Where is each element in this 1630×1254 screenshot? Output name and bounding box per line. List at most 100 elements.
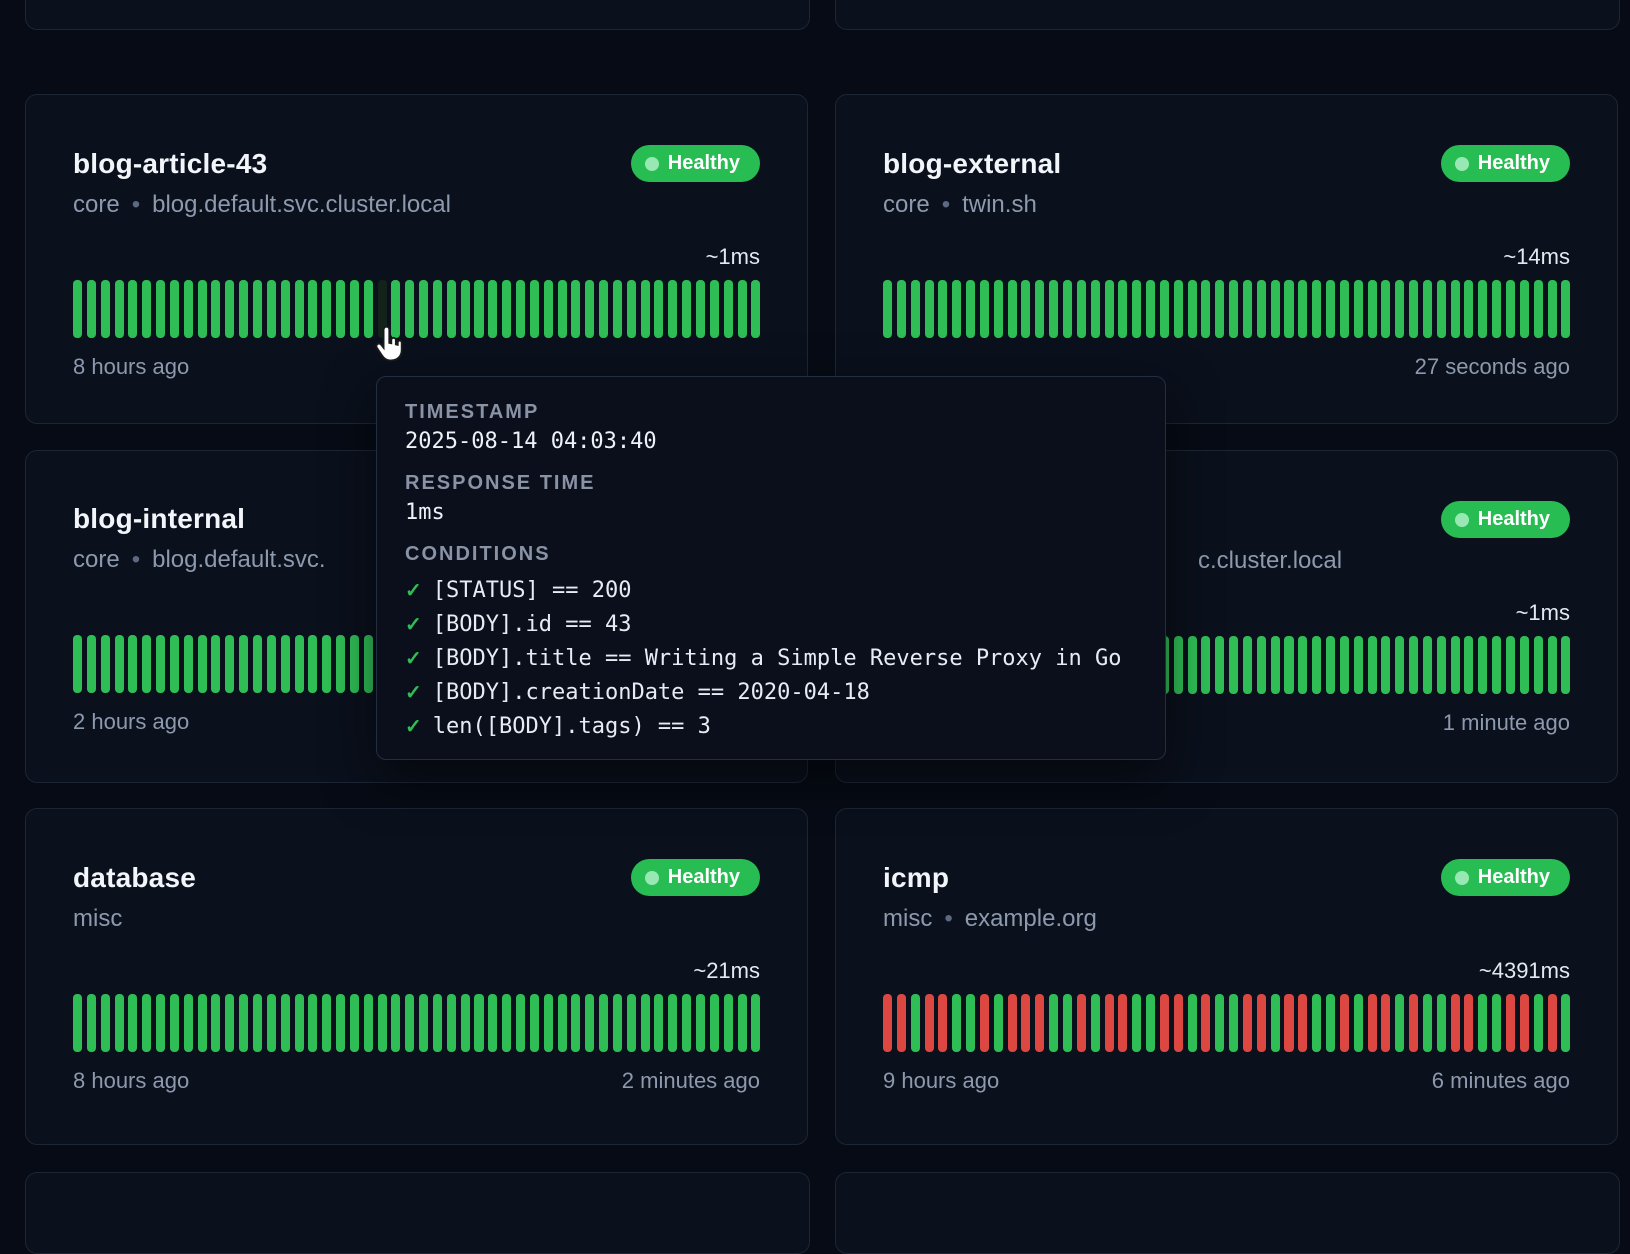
history-bar[interactable] [128,280,137,338]
history-bar[interactable] [267,635,276,693]
history-bar[interactable] [1326,636,1335,694]
history-bar[interactable] [668,280,677,338]
history-bar[interactable] [115,280,124,338]
history-bar[interactable] [1478,994,1487,1052]
history-bar[interactable] [239,280,248,338]
history-bar[interactable] [1464,280,1473,338]
history-bar[interactable] [1271,994,1280,1052]
history-bar[interactable] [571,280,580,338]
history-bar[interactable] [1395,636,1404,694]
history-bar[interactable] [378,994,387,1052]
history-bar[interactable] [1105,280,1114,338]
history-bar[interactable] [544,994,553,1052]
history-bar[interactable] [952,280,961,338]
history-bar[interactable] [1534,280,1543,338]
history-bar[interactable] [1492,636,1501,694]
history-bar[interactable] [1229,280,1238,338]
history-bar[interactable] [1395,280,1404,338]
history-bar[interactable] [1132,280,1141,338]
history-bar[interactable] [336,635,345,693]
history-bar[interactable] [1257,994,1266,1052]
history-bar[interactable] [447,994,456,1052]
history-bar[interactable] [1215,994,1224,1052]
history-bar[interactable] [1174,280,1183,338]
history-bar[interactable] [474,994,483,1052]
history-bar[interactable] [1008,280,1017,338]
history-bar[interactable] [1049,994,1058,1052]
history-bar[interactable] [1478,636,1487,694]
history-bar[interactable] [1146,994,1155,1052]
history-bar[interactable] [461,994,470,1052]
history-bar[interactable] [751,994,760,1052]
history-bar[interactable] [1174,636,1183,694]
history-bar[interactable] [308,635,317,693]
history-bar[interactable] [585,280,594,338]
history-bar[interactable] [1492,280,1501,338]
history-bar[interactable] [654,280,663,338]
history-bar[interactable] [911,280,920,338]
history-bar[interactable] [198,994,207,1052]
history-bar[interactable] [142,635,151,693]
history-bar[interactable] [1464,994,1473,1052]
history-bar[interactable] [897,280,906,338]
history-bar[interactable] [322,635,331,693]
history-bar[interactable] [1298,280,1307,338]
history-bar[interactable] [966,994,975,1052]
history-bar[interactable] [101,994,110,1052]
history-bar[interactable] [897,994,906,1052]
history-bar[interactable] [1368,636,1377,694]
history-bar[interactable] [530,280,539,338]
history-bar[interactable] [364,635,373,693]
history-bar[interactable] [308,280,317,338]
history-bar[interactable] [1091,994,1100,1052]
history-bar[interactable] [211,994,220,1052]
history-bar[interactable] [724,994,733,1052]
history-bar[interactable] [1132,994,1141,1052]
history-bar[interactable] [966,280,975,338]
history-bar[interactable] [502,280,511,338]
card-database[interactable]: database Healthy misc ~21ms 8 hours ago … [25,808,808,1145]
history-bar[interactable] [516,280,525,338]
history-bar[interactable] [295,994,304,1052]
history-bar[interactable] [87,635,96,693]
history-bar[interactable] [101,635,110,693]
history-bar[interactable] [1548,994,1557,1052]
history-bar[interactable] [1423,280,1432,338]
history-bar[interactable] [350,994,359,1052]
history-bar[interactable] [1423,636,1432,694]
history-bar[interactable] [738,994,747,1052]
history-bar[interactable] [1201,280,1210,338]
history-bar[interactable] [925,280,934,338]
history-bar[interactable] [558,994,567,1052]
history-bar[interactable] [1298,994,1307,1052]
history-bar[interactable] [1105,994,1114,1052]
history-bar[interactable] [156,994,165,1052]
history-bar[interactable] [641,994,650,1052]
history-bar[interactable] [115,994,124,1052]
history-bar[interactable] [225,635,234,693]
history-bar[interactable] [1257,636,1266,694]
history-bar[interactable] [198,280,207,338]
history-bar[interactable] [1284,994,1293,1052]
history-bar[interactable] [461,280,470,338]
history-bar[interactable] [488,280,497,338]
history-bar[interactable] [1188,994,1197,1052]
history-bar[interactable] [599,994,608,1052]
history-bar[interactable] [198,635,207,693]
history-bar[interactable] [883,994,892,1052]
card-icmp[interactable]: icmp Healthy misc • example.org ~4391ms … [835,808,1618,1145]
history-bar[interactable] [1340,994,1349,1052]
history-bar[interactable] [170,994,179,1052]
history-bar[interactable] [1091,280,1100,338]
history-bar[interactable] [336,280,345,338]
history-bar[interactable] [668,994,677,1052]
history-bar[interactable] [1409,280,1418,338]
card-blog-article-43[interactable]: blog-article-43 Healthy core • blog.defa… [25,94,808,424]
history-bar[interactable] [1229,636,1238,694]
partial-card-top-right[interactable] [835,0,1620,30]
history-bar[interactable] [738,280,747,338]
history-bar[interactable] [115,635,124,693]
history-bar[interactable] [938,280,947,338]
history-bar[interactable] [1381,994,1390,1052]
history-bar[interactable] [627,994,636,1052]
